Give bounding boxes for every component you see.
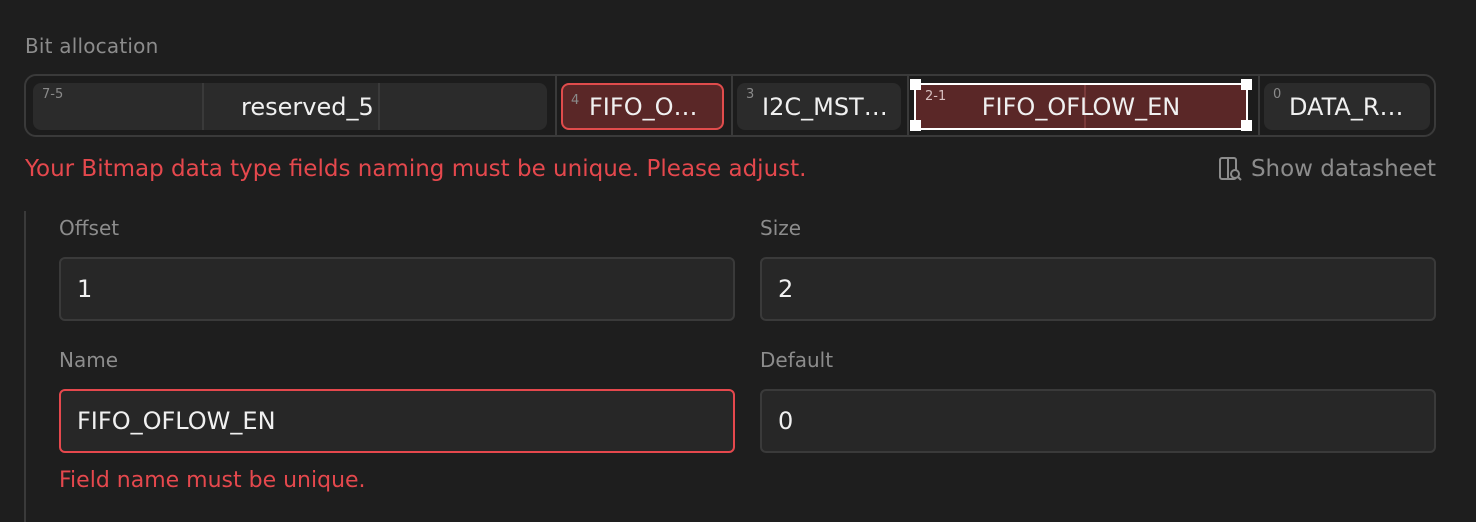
segment-range: 3 <box>746 87 755 102</box>
segment-bit-line <box>378 83 380 130</box>
offset-label: Offset <box>59 216 120 240</box>
bar-divider <box>555 76 557 135</box>
name-field-error: Field name must be unique. <box>59 468 366 493</box>
segment-label: FIFO_OFLOW_EN <box>981 92 1181 121</box>
bit-segment-fifo-oflow-en-selected[interactable]: 2-1 FIFO_OFLOW_EN <box>914 83 1248 130</box>
segment-range: 4 <box>571 93 580 108</box>
bar-divider <box>731 76 733 135</box>
segment-range: 0 <box>1273 87 1282 102</box>
bit-allocation-bar: 7-5 reserved_5 4 FIFO_OF… 3 I2C_MST… 2-1… <box>24 74 1436 137</box>
resize-handle-top-left[interactable] <box>910 79 921 90</box>
bar-divider <box>1258 76 1260 135</box>
segment-label: FIFO_OF… <box>589 92 710 121</box>
show-datasheet-button[interactable]: Show datasheet <box>1217 156 1436 182</box>
size-label: Size <box>760 216 802 240</box>
bit-segment-fifo-4[interactable]: 4 FIFO_OF… <box>561 83 724 130</box>
size-input[interactable]: 2 <box>760 257 1436 321</box>
bar-divider <box>907 76 909 135</box>
offset-input[interactable]: 1 <box>59 257 735 321</box>
segment-label: DATA_R… <box>1289 92 1404 121</box>
resize-handle-top-right[interactable] <box>1241 79 1252 90</box>
segment-label: I2C_MST… <box>762 92 888 121</box>
segment-bit-line <box>202 83 204 130</box>
segment-label: reserved_5 <box>241 92 374 121</box>
default-input[interactable]: 0 <box>760 389 1436 453</box>
bit-allocation-label: Bit allocation <box>25 34 159 58</box>
bit-segment-i2c-mst[interactable]: 3 I2C_MST… <box>737 83 901 130</box>
datasheet-icon <box>1218 157 1242 181</box>
name-input[interactable]: FIFO_OFLOW_EN <box>59 389 735 453</box>
resize-handle-bottom-right[interactable] <box>1241 120 1252 131</box>
name-label: Name <box>59 348 119 372</box>
segment-range: 7-5 <box>42 87 64 102</box>
default-label: Default <box>760 348 834 372</box>
show-datasheet-label: Show datasheet <box>1250 156 1436 182</box>
unique-names-error-message: Your Bitmap data type fields naming must… <box>25 156 807 182</box>
resize-handle-bottom-left[interactable] <box>910 120 921 131</box>
bit-segment-data-r[interactable]: 0 DATA_R… <box>1264 83 1430 130</box>
bitmap-field-editor: Bit allocation 7-5 reserved_5 4 FIFO_OF…… <box>0 0 1476 522</box>
bit-segment-reserved-5[interactable]: 7-5 reserved_5 <box>33 83 547 130</box>
details-indent-line <box>24 211 26 522</box>
